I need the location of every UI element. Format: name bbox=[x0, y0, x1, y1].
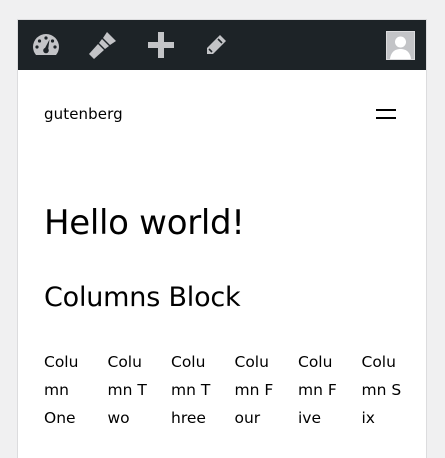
avatar bbox=[385, 30, 415, 60]
column-3-text: Column Three bbox=[171, 353, 211, 427]
column-5-text: Column Five bbox=[298, 353, 337, 427]
admin-bar bbox=[18, 20, 426, 70]
avatar-icon bbox=[389, 36, 411, 59]
user-account-button[interactable] bbox=[385, 20, 415, 70]
column-4-text: Column Four bbox=[234, 353, 274, 427]
pencil-icon bbox=[207, 35, 226, 54]
column-2-text: Column Two bbox=[107, 353, 147, 427]
paintbrush-icon bbox=[89, 32, 116, 59]
menu-toggle-button[interactable] bbox=[374, 106, 398, 122]
browser-viewport: gutenberg Hello world! Columns Block Col… bbox=[18, 20, 426, 458]
edit-post-button[interactable] bbox=[200, 20, 232, 70]
column-1-text: Column One bbox=[44, 353, 79, 427]
site-title-link[interactable]: gutenberg bbox=[44, 105, 123, 123]
dashboard-button[interactable] bbox=[29, 20, 63, 70]
hamburger-menu-icon bbox=[376, 109, 396, 111]
hamburger-menu-icon-bar bbox=[376, 117, 396, 119]
columns-block-heading: Columns Block bbox=[44, 282, 241, 313]
column-6-text: Column Six bbox=[361, 353, 402, 427]
new-content-button[interactable] bbox=[144, 20, 178, 70]
dashboard-gauge-icon bbox=[33, 34, 59, 55]
plus-icon bbox=[148, 32, 174, 58]
customize-button[interactable] bbox=[84, 20, 120, 70]
post-title: Hello world! bbox=[44, 203, 245, 243]
